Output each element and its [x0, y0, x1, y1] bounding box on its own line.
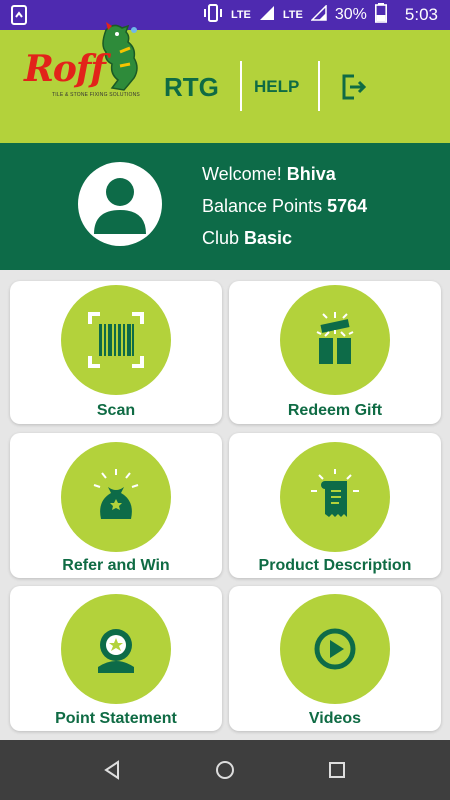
money-bag-icon: [93, 469, 139, 519]
logout-icon[interactable]: [338, 72, 368, 102]
point-statement-card[interactable]: Point Statement: [10, 586, 222, 731]
redeem-gift-card[interactable]: Redeem Gift: [229, 281, 441, 424]
star-badge-icon: [98, 629, 134, 673]
header-divider-2: [318, 61, 320, 111]
balance-points: 5764: [327, 196, 368, 216]
back-icon[interactable]: [101, 758, 125, 782]
user-name: Bhiva: [286, 164, 336, 184]
barcode-icon: [88, 312, 144, 368]
signal-icon: [259, 5, 275, 26]
help-button[interactable]: HELP: [254, 77, 299, 97]
point-statement-label: Point Statement: [55, 710, 177, 727]
battery-icon: [374, 2, 387, 28]
refer-and-win-label: Refer and Win: [62, 557, 170, 574]
videos-label: Videos: [308, 710, 362, 727]
header-divider: [240, 61, 242, 111]
balance-text: Balance Points 5764: [202, 196, 368, 216]
receipt-icon: [311, 469, 359, 517]
battery-percent: 30%: [334, 6, 367, 23]
logo-wordmark: Roff: [24, 48, 106, 90]
vibrate-icon: [203, 3, 223, 27]
videos-card[interactable]: Videos: [229, 586, 441, 731]
gift-icon: [316, 312, 354, 364]
avatar-icon: [78, 162, 162, 246]
network-type-2: LTE: [282, 9, 303, 21]
scan-card[interactable]: Scan: [10, 281, 222, 424]
play-icon: [314, 628, 356, 670]
home-icon[interactable]: [213, 758, 237, 782]
refer-and-win-card[interactable]: Refer and Win: [10, 433, 222, 578]
profile-panel: Welcome! Bhiva Balance Points 5764 Club …: [0, 143, 450, 270]
scan-label: Scan: [96, 402, 136, 419]
network-type-1: LTE: [230, 9, 251, 21]
product-description-card[interactable]: Product Description: [229, 433, 441, 578]
welcome-text: Welcome! Bhiva: [202, 164, 336, 184]
redeem-gift-label: Redeem Gift: [287, 402, 383, 419]
signal-icon-2: [310, 3, 327, 26]
club-tier: Basic: [244, 228, 293, 248]
logo-tagline: TILE & STONE FIXING SOLUTIONS: [52, 92, 140, 98]
clock: 5:03: [404, 5, 438, 24]
roff-logo: Roff TILE & STONE FIXING SOLUTIONS: [24, 22, 144, 98]
club-text: Club Basic: [202, 228, 293, 248]
recents-icon[interactable]: [325, 758, 349, 782]
product-description-label: Product Description: [258, 557, 412, 574]
app-title: RTG: [164, 72, 219, 102]
system-nav-bar: [0, 740, 450, 800]
